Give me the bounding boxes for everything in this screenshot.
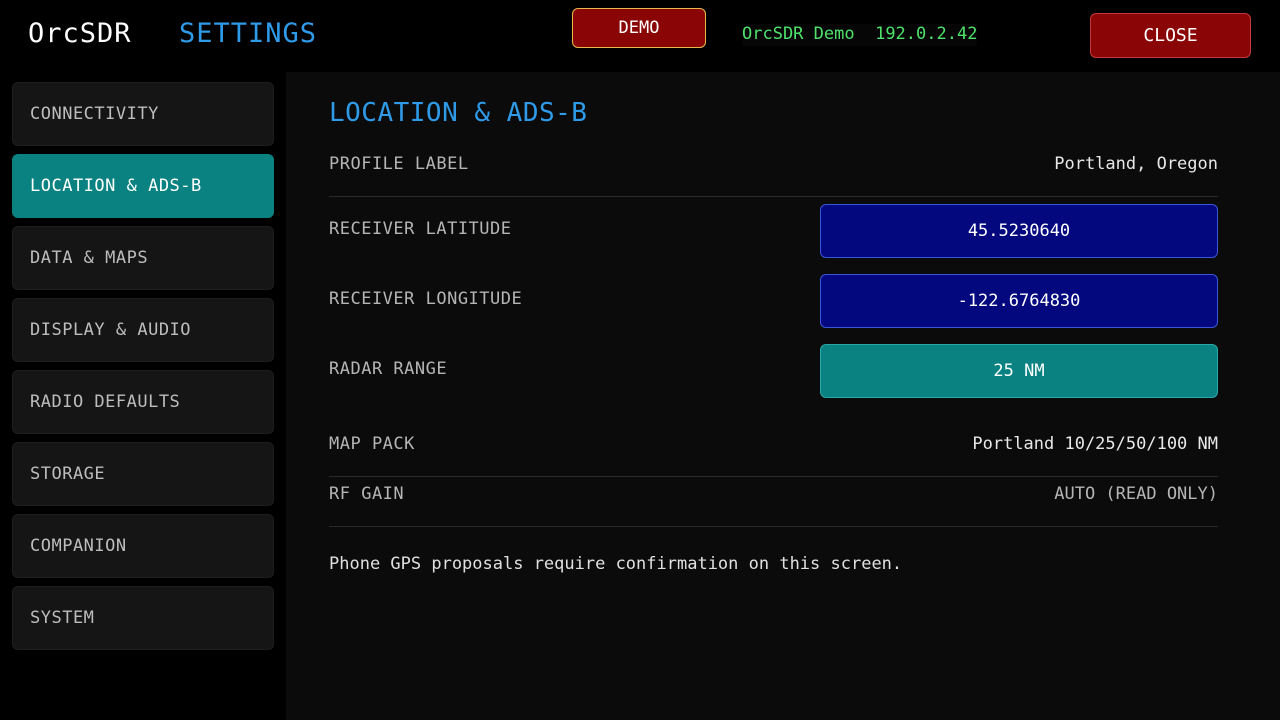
sidebar-item-connectivity[interactable]: CONNECTIVITY <box>12 82 274 146</box>
receiver-latitude-field[interactable]: 45.5230640 <box>820 204 1218 258</box>
close-button[interactable]: CLOSE <box>1090 13 1251 58</box>
map-pack-label: MAP PACK <box>329 434 415 454</box>
device-ip: 192.0.2.42 <box>875 24 978 44</box>
sidebar-item-display-audio[interactable]: DISPLAY & AUDIO <box>12 298 274 362</box>
sidebar-item-storage[interactable]: STORAGE <box>12 442 274 506</box>
receiver-latitude-label: RECEIVER LATITUDE <box>329 219 512 239</box>
app-title: OrcSDR <box>28 18 132 49</box>
receiver-longitude-label: RECEIVER LONGITUDE <box>329 289 523 309</box>
profile-label-label: PROFILE LABEL <box>329 154 469 174</box>
settings-sidebar: CONNECTIVITY LOCATION & ADS-B DATA & MAP… <box>0 72 286 720</box>
divider <box>329 526 1218 527</box>
gps-confirmation-note: Phone GPS proposals require confirmation… <box>329 554 903 574</box>
sidebar-item-location-adsb[interactable]: LOCATION & ADS-B <box>12 154 274 218</box>
profile-label-value: Portland, Oregon <box>1054 154 1218 174</box>
rf-gain-value: AUTO (READ ONLY) <box>1054 484 1218 504</box>
divider <box>329 476 1218 477</box>
device-status: OrcSDR Demo 192.0.2.42 <box>742 24 978 46</box>
radar-range-label: RADAR RANGE <box>329 359 448 379</box>
sidebar-item-system[interactable]: SYSTEM <box>12 586 274 650</box>
sidebar-item-companion[interactable]: COMPANION <box>12 514 274 578</box>
panel-title: LOCATION & ADS-B <box>329 98 588 128</box>
sidebar-item-radio-defaults[interactable]: RADIO DEFAULTS <box>12 370 274 434</box>
page-title: SETTINGS <box>179 18 318 49</box>
rf-gain-label: RF GAIN <box>329 484 405 504</box>
sidebar-item-data-maps[interactable]: DATA & MAPS <box>12 226 274 290</box>
demo-button[interactable]: DEMO <box>572 8 706 48</box>
map-pack-value: Portland 10/25/50/100 NM <box>972 434 1218 454</box>
settings-panel: LOCATION & ADS-B PROFILE LABEL Portland,… <box>286 72 1280 720</box>
divider <box>329 196 1218 197</box>
receiver-longitude-field[interactable]: -122.6764830 <box>820 274 1218 328</box>
radar-range-selector[interactable]: 25 NM <box>820 344 1218 398</box>
device-name: OrcSDR Demo <box>742 24 855 44</box>
top-bar: OrcSDR SETTINGS DEMO OrcSDR Demo 192.0.2… <box>0 0 1280 72</box>
